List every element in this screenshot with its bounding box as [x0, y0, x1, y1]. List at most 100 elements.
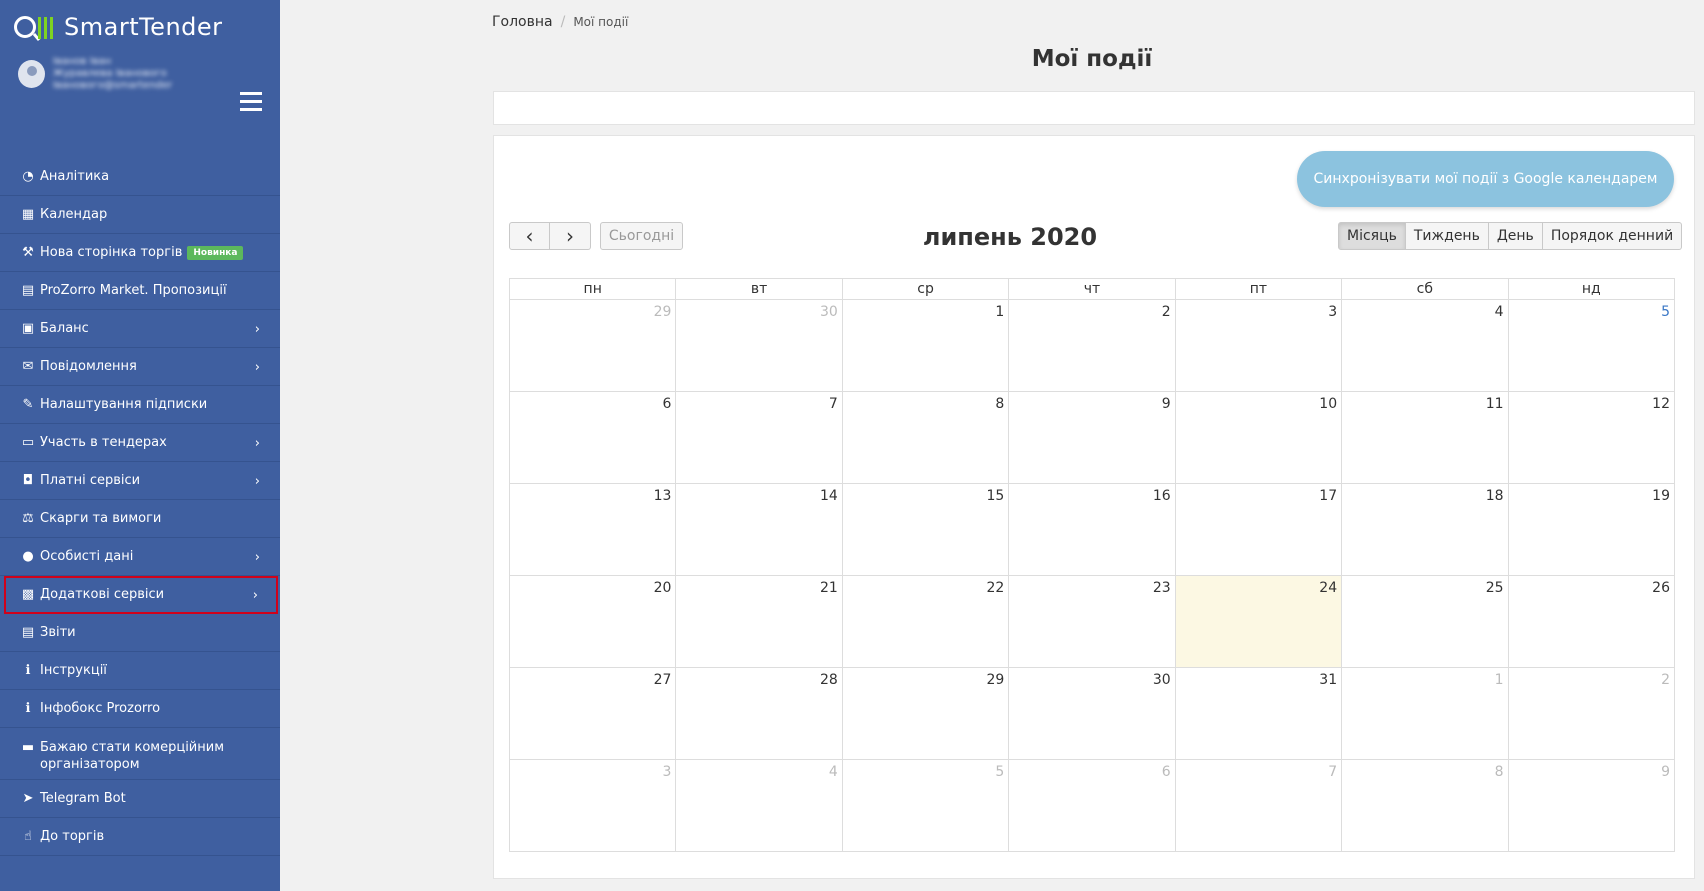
sidebar-item-16[interactable]: ➤ Telegram Bot	[0, 780, 280, 818]
briefcase-icon: ▬	[21, 740, 35, 755]
day-cell[interactable]: 3	[1174, 299, 1343, 392]
day-cell[interactable]: 1	[841, 299, 1010, 392]
calendar-icon: ▦	[21, 207, 35, 222]
sidebar-item-label: ProZorro Market. Пропозиції	[40, 283, 227, 298]
day-cell[interactable]: 7	[1174, 759, 1343, 852]
breadcrumb-current: Мої події	[573, 15, 629, 29]
day-cell[interactable]: 21	[675, 575, 843, 668]
google-sync-button[interactable]: Синхронізувати мої події з Google календ…	[1297, 151, 1674, 207]
day-cell[interactable]: 27	[508, 667, 677, 760]
sidebar-item-0[interactable]: ◔ Аналітика	[0, 158, 280, 196]
week-row: 13 14 15 16 17 18 19	[508, 483, 1676, 576]
day-cell[interactable]: 8	[1341, 759, 1509, 852]
day-cell[interactable]: 22	[841, 575, 1010, 668]
report-icon: ▤	[21, 625, 35, 640]
chevron-right-icon: ›	[254, 550, 260, 565]
new-badge: Новинка	[187, 245, 244, 260]
sidebar-item-6[interactable]: ✎ Налаштування підписки	[0, 386, 280, 424]
day-cell[interactable]: 13	[508, 483, 677, 576]
day-cell[interactable]: 2	[1008, 299, 1176, 392]
day-cell[interactable]: 5	[1507, 299, 1676, 392]
sidebar-item-label: Інструкції	[40, 663, 107, 678]
day-cell[interactable]: 6	[508, 391, 677, 484]
sidebar-item-14[interactable]: ℹ Інфобокс Prozorro	[0, 690, 280, 728]
day-cell[interactable]: 6	[1008, 759, 1176, 852]
sidebar-item-1[interactable]: ▦ Календар	[0, 196, 280, 234]
breadcrumb-home-link[interactable]: Головна	[492, 14, 553, 30]
sidebar-item-3[interactable]: ▤ ProZorro Market. Пропозиції	[0, 272, 280, 310]
logo[interactable]: SmartTender	[14, 10, 223, 44]
sidebar-item-7[interactable]: ▭ Участь в тендерах ›	[0, 424, 280, 462]
view-month-button[interactable]: Місяць	[1338, 222, 1406, 250]
sidebar-item-label: Особисті дані	[40, 549, 134, 564]
day-cell[interactable]: 23	[1008, 575, 1176, 668]
sidebar-item-9[interactable]: ⚖ Скарги та вимоги	[0, 500, 280, 538]
sidebar-item-label: Платні сервіси	[40, 473, 141, 488]
sidebar-item-label: Повідомлення	[40, 359, 137, 374]
day-cell[interactable]: 9	[1507, 759, 1676, 852]
day-cell[interactable]: 8	[841, 391, 1010, 484]
sidebar-item-2[interactable]: ⚒ Нова сторінка торгів Новинка	[0, 234, 280, 272]
avatar	[18, 60, 45, 88]
day-cell-today[interactable]: 24	[1174, 575, 1343, 668]
weekday-header: нд	[1507, 278, 1676, 300]
weekday-header: сб	[1341, 278, 1509, 300]
prev-month-button[interactable]: ‹	[509, 222, 550, 250]
view-day-button[interactable]: День	[1488, 222, 1543, 250]
day-cell[interactable]: 14	[675, 483, 843, 576]
today-button[interactable]: Сьогодні	[600, 222, 683, 250]
chevron-right-icon: ›	[254, 474, 260, 489]
day-cell[interactable]: 9	[1008, 391, 1176, 484]
sidebar-item-11[interactable]: ▩ Додаткові сервіси ›	[4, 576, 278, 614]
sidebar-item-8[interactable]: ◘ Платні сервіси ›	[0, 462, 280, 500]
day-cell[interactable]: 3	[508, 759, 677, 852]
view-week-button[interactable]: Тиждень	[1405, 222, 1489, 250]
day-cell[interactable]: 25	[1341, 575, 1509, 668]
sidebar-item-13[interactable]: ℹ Інструкції	[0, 652, 280, 690]
day-cell[interactable]: 20	[508, 575, 677, 668]
thumbs-up-icon: ☝	[24, 829, 32, 844]
day-cell[interactable]: 15	[841, 483, 1010, 576]
day-cell[interactable]: 7	[675, 391, 843, 484]
sidebar-item-label: Бажаю стати комерційним організатором	[40, 740, 225, 772]
sidebar-item-15[interactable]: ▬ Бажаю стати комерційним організатором	[0, 728, 280, 780]
day-cell[interactable]: 12	[1507, 391, 1676, 484]
sidebar-item-4[interactable]: ▣ Баланс ›	[0, 310, 280, 348]
chevron-right-icon: ›	[566, 224, 574, 248]
day-cell[interactable]: 31	[1174, 667, 1343, 760]
day-cell[interactable]: 29	[841, 667, 1010, 760]
view-agenda-button[interactable]: Порядок денний	[1542, 222, 1683, 250]
day-cell[interactable]: 19	[1507, 483, 1676, 576]
sidebar-item-label: Інфобокс Prozorro	[40, 701, 161, 716]
day-cell[interactable]: 2	[1507, 667, 1676, 760]
sidebar-item-10[interactable]: ● Особисті дані ›	[0, 538, 280, 576]
sidebar-item-12[interactable]: ▤ Звіти	[0, 614, 280, 652]
hamburger-menu-icon[interactable]	[237, 88, 265, 116]
day-cell[interactable]: 17	[1174, 483, 1343, 576]
chevron-left-icon: ‹	[525, 224, 534, 248]
day-cell[interactable]: 4	[1341, 299, 1509, 392]
day-cell[interactable]: 29	[508, 299, 677, 392]
day-cell[interactable]: 26	[1507, 575, 1676, 668]
day-cell[interactable]: 4	[675, 759, 843, 852]
day-cell[interactable]: 30	[1008, 667, 1176, 760]
weekday-header: вт	[675, 278, 843, 300]
envelope-icon: ✉	[22, 359, 34, 374]
weekday-header: пн	[508, 278, 677, 300]
next-month-button[interactable]: ›	[550, 222, 591, 250]
day-cell[interactable]: 5	[841, 759, 1010, 852]
day-cell[interactable]: 16	[1008, 483, 1176, 576]
day-cell[interactable]: 1	[1341, 667, 1509, 760]
sidebar-item-17[interactable]: ☝ До торгів	[0, 818, 280, 856]
sidebar-item-label: Telegram Bot	[40, 791, 126, 806]
day-cell[interactable]: 10	[1174, 391, 1343, 484]
sidebar-item-5[interactable]: ✉ Повідомлення ›	[0, 348, 280, 386]
day-cell[interactable]: 11	[1341, 391, 1509, 484]
user-profile[interactable]: Іванов Іван Журавлева Іванового Івановог…	[18, 56, 280, 92]
day-cell[interactable]: 30	[675, 299, 843, 392]
breadcrumb-separator: /	[560, 14, 566, 30]
sidebar-item-label: Звіти	[40, 625, 76, 640]
day-cell[interactable]: 18	[1341, 483, 1509, 576]
sidebar-item-label: Календар	[40, 207, 108, 222]
day-cell[interactable]: 28	[675, 667, 843, 760]
